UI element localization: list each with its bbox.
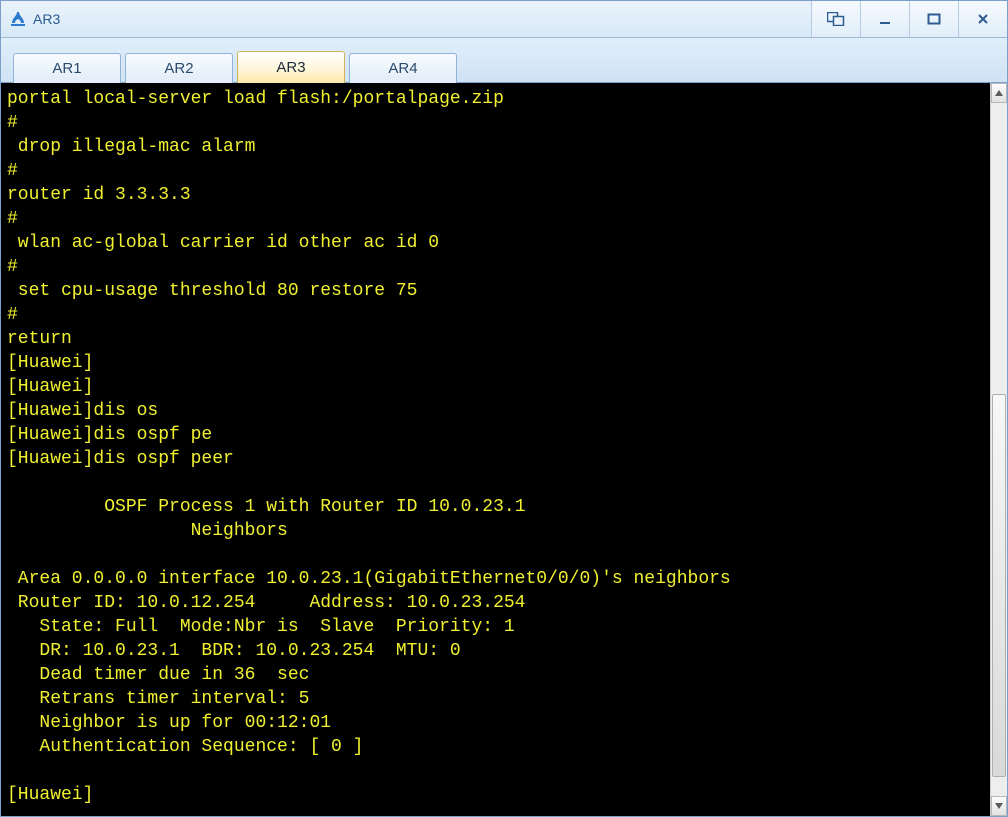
window-controls [811,1,1007,37]
app-window: AR3 AR1 AR2 AR3 AR4 portal l [0,0,1008,817]
tab-ar1[interactable]: AR1 [13,53,121,83]
scroll-up-button[interactable] [991,83,1007,103]
vertical-scrollbar[interactable] [990,83,1007,816]
maximize-button[interactable] [909,1,958,37]
close-button[interactable] [958,1,1007,37]
terminal-area: portal local-server load flash:/portalpa… [1,83,1007,816]
titlebar[interactable]: AR3 [1,1,1007,38]
tab-ar4[interactable]: AR4 [349,53,457,83]
tab-ar3[interactable]: AR3 [237,51,345,83]
tabstrip: AR1 AR2 AR3 AR4 [1,38,1007,83]
minimize-button[interactable] [860,1,909,37]
terminal-output[interactable]: portal local-server load flash:/portalpa… [1,83,990,816]
window-menu-button[interactable] [811,1,860,37]
scroll-down-button[interactable] [991,796,1007,816]
scrollbar-thumb[interactable] [992,394,1006,777]
app-icon [9,10,27,28]
tab-ar2[interactable]: AR2 [125,53,233,83]
scrollbar-track[interactable] [991,103,1007,796]
window-title: AR3 [33,11,60,27]
